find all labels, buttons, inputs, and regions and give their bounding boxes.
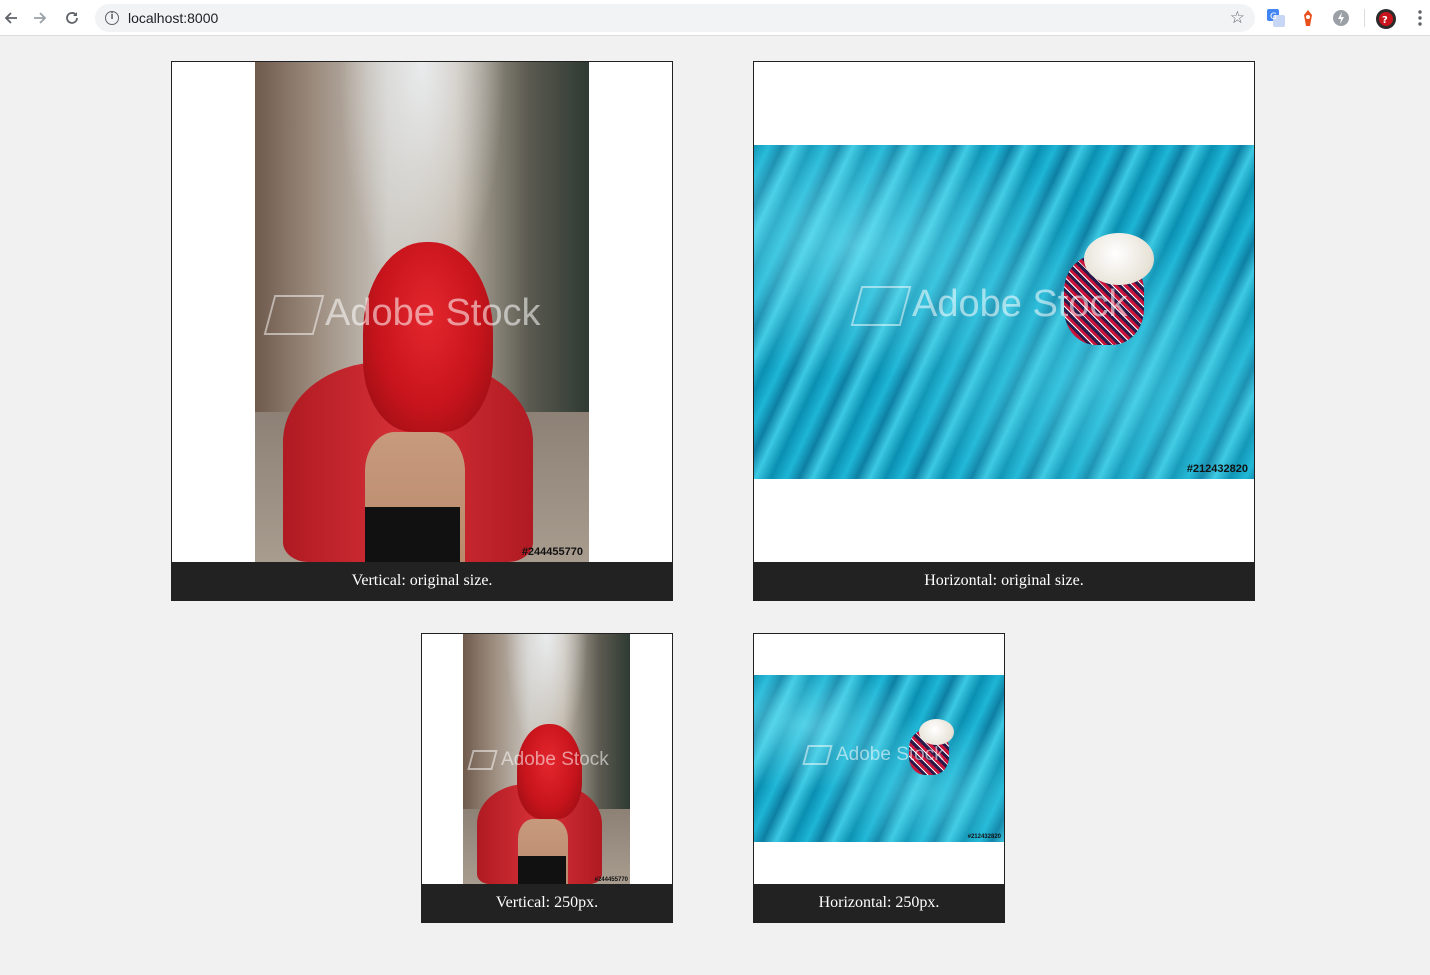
- photo-woman-red-scarf: Adobe Stock #244455770: [255, 62, 589, 562]
- image-frame: Adobe Stock #244455770: [172, 62, 672, 562]
- stock-id: #212432820: [1186, 463, 1248, 475]
- photo-woman-red-scarf: Adobe Stock #244455770: [463, 634, 630, 884]
- translate-icon[interactable]: G: [1266, 8, 1286, 28]
- watermark: Adobe Stock: [850, 283, 1127, 326]
- figure-vertical-250: Adobe Stock #244455770 Vertical: 250px.: [421, 633, 673, 923]
- black-top: [365, 507, 460, 562]
- conical-hat: [919, 719, 954, 745]
- stock-id: #244455770: [521, 546, 583, 558]
- adobe-logo-icon: [263, 294, 325, 335]
- stock-id: #244455770: [594, 877, 628, 883]
- adobe-logo-icon: [467, 749, 498, 770]
- watermark: Adobe Stock: [802, 744, 944, 766]
- figure-vertical-original: Adobe Stock #244455770 Vertical: origina…: [171, 61, 673, 601]
- image-frame: Adobe Stock #212432820: [754, 634, 1004, 884]
- back-arrow-icon[interactable]: [0, 7, 22, 29]
- svg-text:?: ?: [1382, 15, 1388, 26]
- adobe-logo-icon: [802, 744, 833, 765]
- red-hood: [363, 242, 493, 432]
- forward-arrow-icon[interactable]: [29, 7, 51, 29]
- caption: Horizontal: original size.: [754, 562, 1254, 600]
- image-frame: Adobe Stock #212432820: [754, 62, 1254, 562]
- stock-id: #212432820: [967, 834, 1001, 840]
- address-bar[interactable]: i localhost:8000 ☆: [95, 4, 1255, 32]
- browser-toolbar: i localhost:8000 ☆ G ?: [0, 0, 1430, 36]
- conical-hat: [1084, 233, 1154, 285]
- figure-horizontal-250: Adobe Stock #212432820 Horizontal: 250px…: [753, 633, 1005, 923]
- reload-icon[interactable]: [61, 7, 83, 29]
- photo-blue-fabric: Adobe Stock #212432820: [754, 675, 1004, 842]
- lightning-icon[interactable]: [1331, 8, 1351, 28]
- profile-icon[interactable]: ?: [1375, 8, 1396, 29]
- toolbar-divider: [1364, 9, 1365, 27]
- photo-blue-fabric: Adobe Stock #212432820: [754, 145, 1254, 479]
- extension-icon[interactable]: [1298, 8, 1318, 28]
- black-top: [518, 856, 566, 884]
- adobe-logo-icon: [850, 285, 912, 326]
- menu-icon[interactable]: [1410, 8, 1430, 28]
- caption: Vertical: original size.: [172, 562, 672, 600]
- watermark: Adobe Stock: [263, 292, 540, 335]
- info-icon[interactable]: i: [105, 11, 119, 25]
- star-icon[interactable]: ☆: [1230, 8, 1245, 28]
- image-frame: Adobe Stock #244455770: [422, 634, 672, 884]
- figure-horizontal-original: Adobe Stock #212432820 Horizontal: origi…: [753, 61, 1255, 601]
- caption: Vertical: 250px.: [422, 884, 672, 922]
- red-hood: [517, 724, 582, 819]
- watermark: Adobe Stock: [467, 749, 609, 771]
- caption: Horizontal: 250px.: [754, 884, 1004, 922]
- svg-text:G: G: [1270, 12, 1277, 22]
- url-text[interactable]: localhost:8000: [128, 10, 218, 26]
